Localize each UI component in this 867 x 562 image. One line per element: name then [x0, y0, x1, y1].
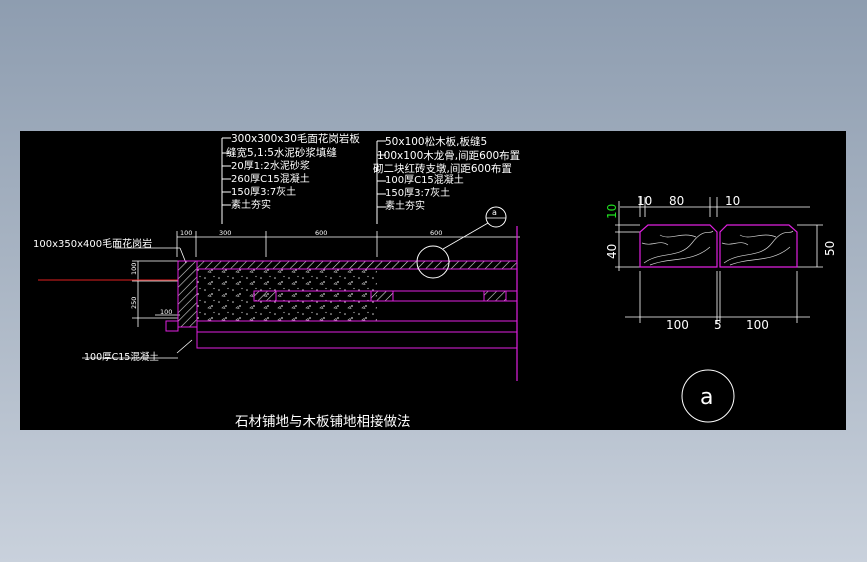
timber-board	[639, 224, 718, 268]
detail-dim: 5	[714, 318, 722, 332]
dim-label: 600	[315, 229, 327, 237]
detail-dim: 100	[746, 318, 769, 332]
left-layer-note: 缝宽5,1:5水泥砂浆填缝	[226, 146, 337, 159]
right-layer-note: 150厚3:7灰土	[385, 186, 450, 199]
right-layer-note: 砌二块红砖支墩,间距600布置	[373, 162, 512, 175]
right-layer-note: 100x100木龙骨,间距600布置	[377, 149, 520, 162]
detail-dim-highlight: 10	[605, 204, 619, 219]
detail-reference-label: a	[492, 208, 497, 217]
footing-callout: 100厚C15混凝土	[82, 339, 193, 363]
brick-pier	[370, 290, 394, 302]
dim-label: 100	[160, 308, 172, 316]
left-layer-notes: 300x300x30毛面花岗岩板 缝宽5,1:5水泥砂浆填缝 20厚1:2水泥砂…	[221, 132, 360, 224]
section-left-dimensions: 100 250 100	[130, 260, 180, 327]
curb-label: 100x350x400毛面花岗岩	[33, 237, 152, 250]
right-layer-note: 素土夯实	[385, 199, 425, 212]
dim-label: 600	[430, 229, 442, 237]
detail-dim: 50	[823, 241, 837, 256]
detail-dim: 80	[669, 194, 684, 208]
paving-strip	[196, 260, 518, 270]
drawing-sheet: 300x300x30毛面花岗岩板 缝宽5,1:5水泥砂浆填缝 20厚1:2水泥砂…	[20, 131, 846, 430]
cad-drawing: 300x300x30毛面花岗岩板 缝宽5,1:5水泥砂浆填缝 20厚1:2水泥砂…	[33, 132, 837, 430]
left-layer-note: 素土夯实	[231, 198, 271, 211]
dim-label: 100	[130, 263, 138, 275]
brick-pier	[483, 290, 507, 302]
section-top-dimensions: 100 300 600 600	[176, 229, 520, 257]
detail-label: a	[700, 385, 713, 410]
footing-label: 100厚C15混凝土	[84, 351, 159, 363]
section-title: 石材铺地与木板铺地相接做法	[235, 413, 411, 430]
dim-label: 300	[219, 229, 231, 237]
left-layer-note: 260厚C15混凝土	[231, 172, 310, 185]
timber-board	[719, 224, 798, 268]
detail-a: 10 80 10 10 40 50 100 5 100 a	[605, 194, 837, 423]
left-layer-note: 150厚3:7灰土	[231, 185, 296, 198]
granite-curb	[177, 260, 198, 328]
left-layer-note: 300x300x30毛面花岗岩板	[231, 132, 360, 145]
detail-dim: 10	[637, 194, 652, 208]
brick-pier	[253, 290, 277, 302]
right-layer-note: 100厚C15混凝土	[385, 173, 464, 186]
detail-dim: 40	[605, 244, 619, 259]
detail-dim: 10	[725, 194, 740, 208]
detail-dim: 100	[666, 318, 689, 332]
dim-label: 250	[130, 297, 138, 309]
curb-callout: 100x350x400毛面花岗岩	[33, 237, 187, 264]
concrete-fill	[197, 269, 377, 321]
right-layer-notes: 50x100松木板,板缝5 100x100木龙骨,间距600布置 砌二块红砖支墩…	[373, 135, 520, 224]
right-layer-note: 50x100松木板,板缝5	[385, 135, 487, 148]
dim-label: 100	[180, 229, 192, 237]
left-layer-note: 20厚1:2水泥砂浆	[231, 159, 310, 172]
